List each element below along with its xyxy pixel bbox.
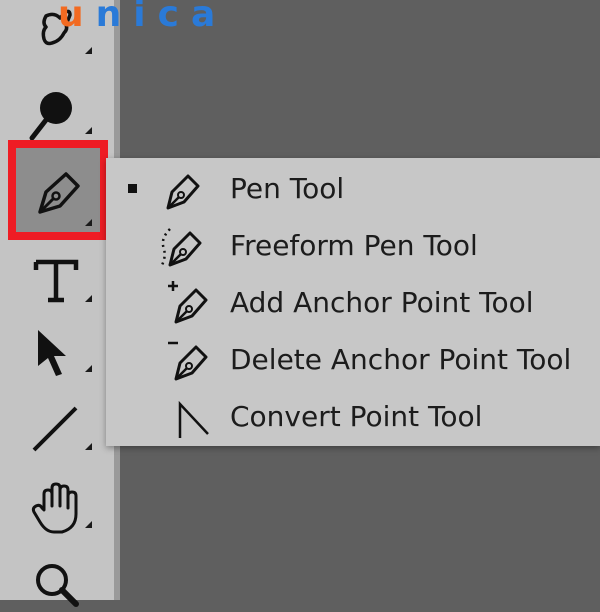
more-tools-indicator (85, 521, 92, 528)
arrow-pointer-icon (38, 330, 66, 376)
hand-tool-button[interactable] (18, 474, 100, 534)
line-tool-button[interactable] (18, 396, 100, 456)
menu-item-delete-anchor-point-tool[interactable]: Delete Anchor Point Tool (106, 331, 600, 388)
menu-item-pen-tool[interactable]: Pen Tool (106, 160, 600, 217)
type-icon (33, 259, 79, 303)
hand-icon (31, 482, 78, 534)
menu-item-label: Delete Anchor Point Tool (230, 343, 572, 376)
menu-item-label: Convert Point Tool (230, 400, 483, 433)
menu-item-label: Add Anchor Point Tool (230, 286, 534, 319)
magnifier-icon (36, 564, 79, 607)
unica-logo: unica (58, 0, 228, 35)
more-tools-indicator (85, 127, 92, 134)
pen-tools-flyout-menu: Pen Tool Freeform Pen Tool Add Anchor Po… (106, 158, 600, 446)
menu-item-label: Pen Tool (230, 172, 345, 205)
zoom-tool-button[interactable] (18, 550, 100, 610)
pen-icon (166, 174, 200, 210)
pen-tool-highlight-frame (8, 140, 108, 240)
more-tools-indicator (85, 365, 92, 372)
more-tools-indicator (85, 443, 92, 450)
more-tools-indicator (85, 295, 92, 302)
menu-item-add-anchor-point-tool[interactable]: Add Anchor Point Tool (106, 274, 600, 331)
more-tools-indicator (85, 47, 92, 54)
path-selection-tool-button[interactable] (18, 318, 100, 378)
selected-bullet-icon (128, 184, 137, 193)
menu-item-convert-point-tool[interactable]: Convert Point Tool (106, 388, 600, 445)
line-icon (32, 406, 78, 452)
freeform-pen-icon (160, 228, 202, 267)
convert-point-icon (178, 400, 209, 438)
menu-item-label: Freeform Pen Tool (230, 229, 478, 262)
type-tool-button[interactable] (18, 248, 100, 308)
menu-item-freeform-pen-tool[interactable]: Freeform Pen Tool (106, 217, 600, 274)
tools-panel (0, 0, 114, 607)
delete-anchor-point-icon (168, 341, 208, 381)
burn-tool-button[interactable] (18, 80, 100, 141)
burn-icon (29, 92, 72, 141)
add-anchor-point-icon (168, 281, 208, 324)
